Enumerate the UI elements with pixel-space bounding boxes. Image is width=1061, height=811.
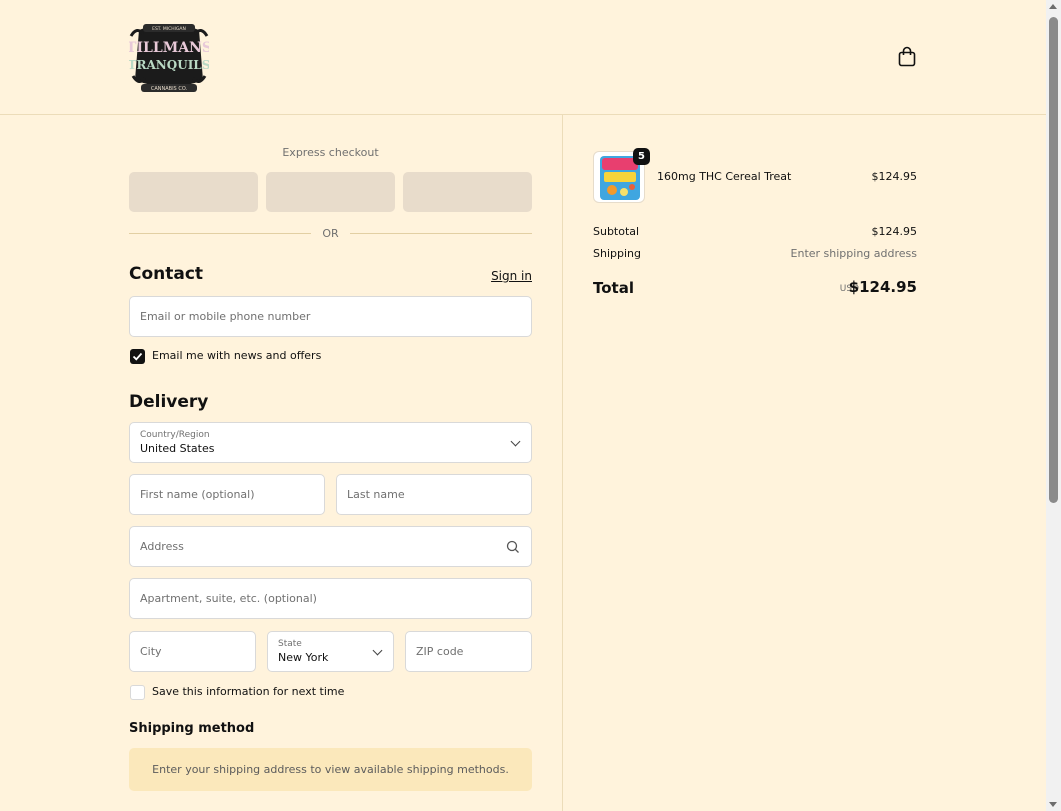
apartment-field[interactable]: Apartment, suite, etc. (optional) xyxy=(129,578,532,619)
checkmark-icon xyxy=(132,352,143,361)
news-checkbox-label: Email me with news and offers xyxy=(152,349,322,362)
express-pay-button-1[interactable] xyxy=(129,172,258,212)
tillmans-tranquils-logo[interactable]: EST. MICHIGAN TILLMANS TRANQUILS CANNABI… xyxy=(129,16,209,98)
shipping-notice: Enter your shipping address to view avai… xyxy=(129,748,532,791)
svg-text:TRANQUILS: TRANQUILS xyxy=(129,58,209,72)
email-field[interactable]: Email or mobile phone number xyxy=(129,296,532,337)
shopping-bag-icon[interactable] xyxy=(897,46,917,68)
or-line-right xyxy=(350,233,532,234)
save-info-label: Save this information for next time xyxy=(152,685,345,698)
apartment-placeholder: Apartment, suite, etc. (optional) xyxy=(140,592,317,605)
zip-field[interactable]: ZIP code xyxy=(405,631,532,672)
contact-heading: Contact xyxy=(129,264,204,284)
total-label: Total xyxy=(593,279,634,297)
country-value: United States xyxy=(140,442,215,455)
column-divider xyxy=(562,115,563,811)
city-field[interactable]: City xyxy=(129,631,256,672)
or-divider: OR xyxy=(129,227,532,241)
product-price: $124.95 xyxy=(871,170,918,183)
news-checkbox[interactable] xyxy=(130,349,145,364)
state-select[interactable]: State New York xyxy=(267,631,394,672)
sign-in-link[interactable]: Sign in xyxy=(491,269,532,283)
product-name: 160mg THC Cereal Treat xyxy=(657,170,792,183)
shipping-value: Enter shipping address xyxy=(790,247,917,260)
state-value: New York xyxy=(278,651,329,664)
state-label: State xyxy=(278,639,302,649)
express-pay-button-2[interactable] xyxy=(266,172,395,212)
page-header: EST. MICHIGAN TILLMANS TRANQUILS CANNABI… xyxy=(0,0,1046,115)
scroll-down-arrow-icon[interactable] xyxy=(1049,802,1057,807)
zip-placeholder: ZIP code xyxy=(416,645,464,658)
scroll-up-arrow-icon[interactable] xyxy=(1049,4,1057,9)
country-label: Country/Region xyxy=(140,430,210,440)
email-placeholder: Email or mobile phone number xyxy=(140,310,311,323)
svg-text:EST. MICHIGAN: EST. MICHIGAN xyxy=(152,26,186,32)
express-pay-button-3[interactable] xyxy=(403,172,532,212)
subtotal-value: $124.95 xyxy=(871,225,918,238)
address-placeholder: Address xyxy=(140,540,184,553)
express-checkout-label: Express checkout xyxy=(282,146,379,159)
quantity-badge: 5 xyxy=(633,148,650,165)
svg-text:TILLMANS: TILLMANS xyxy=(129,40,209,56)
page-scrollbar[interactable] xyxy=(1046,0,1061,811)
first-name-placeholder: First name (optional) xyxy=(140,488,255,501)
last-name-field[interactable]: Last name xyxy=(336,474,532,515)
city-placeholder: City xyxy=(140,645,162,658)
shipping-method-heading: Shipping method xyxy=(129,721,255,736)
address-field[interactable]: Address xyxy=(129,526,532,567)
subtotal-label: Subtotal xyxy=(593,225,640,238)
chevron-down-icon xyxy=(372,645,383,656)
first-name-field[interactable]: First name (optional) xyxy=(129,474,325,515)
last-name-placeholder: Last name xyxy=(347,488,405,501)
delivery-heading: Delivery xyxy=(129,392,209,412)
total-value: $124.95 xyxy=(848,278,917,296)
country-select[interactable]: Country/Region United States xyxy=(129,422,532,463)
save-info-checkbox[interactable] xyxy=(130,685,145,700)
svg-text:CANNABIS CO.: CANNABIS CO. xyxy=(151,86,188,92)
scrollbar-thumb[interactable] xyxy=(1049,17,1058,503)
shipping-label: Shipping xyxy=(593,247,641,260)
chevron-down-icon xyxy=(510,436,521,447)
search-icon xyxy=(506,540,519,553)
